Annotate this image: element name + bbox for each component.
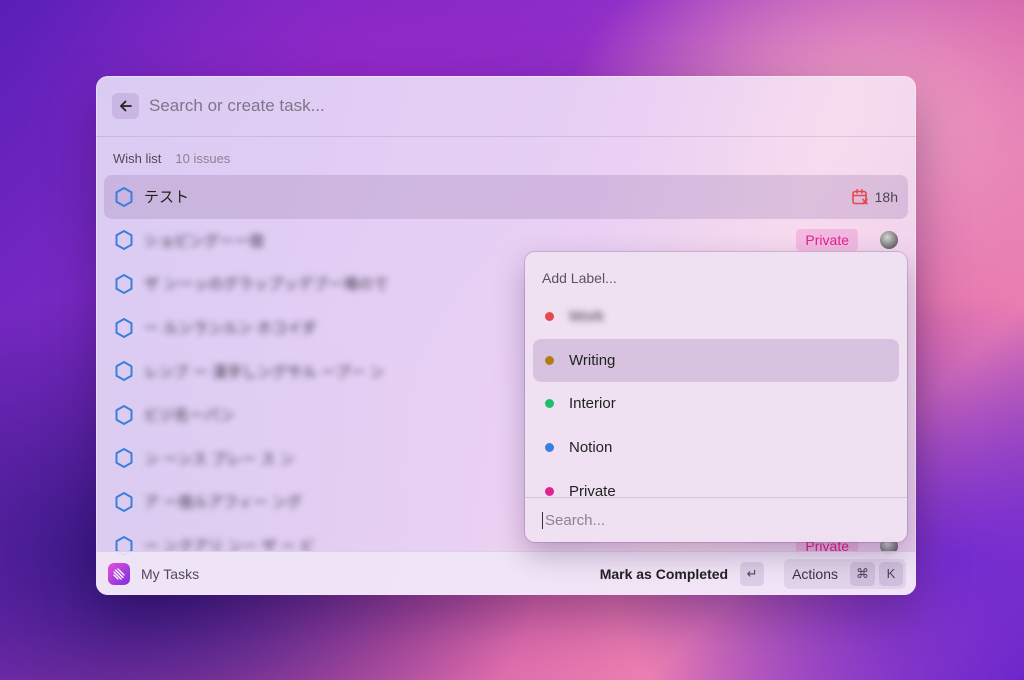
label-color-dot-icon [545,443,554,453]
label-color-dot-icon [545,355,554,365]
task-status-icon[interactable] [114,186,134,208]
task-title: ザ ンーッのグラップッデブー場ので [144,276,389,294]
back-button[interactable] [112,93,139,119]
task-meta: 18h [851,188,898,206]
task-status-icon[interactable] [114,360,134,382]
app-name: My Tasks [141,565,200,582]
section-title: Wish list [113,150,162,166]
label-option[interactable]: Notion [533,426,899,470]
app-logo [108,562,130,585]
arrow-left-icon [119,100,132,112]
label-color-dot-icon [545,486,554,496]
task-title: ア ー宿ルアフィー ング [144,494,303,512]
task-title: ン ーンス ブレー ス ン [144,450,295,468]
mark-completed-button[interactable]: Mark as Completed [600,566,728,582]
label-search-input[interactable] [542,511,907,529]
task-status-icon[interactable] [114,404,134,426]
task-title: レンブ ー 漢字しングサル ープー ン [144,363,385,381]
actions-label: Actions [792,565,838,582]
label-option[interactable]: Writing [533,338,899,383]
task-status-icon[interactable] [114,447,134,469]
label-color-dot-icon [545,399,554,409]
task-title: ショピングーー宿 [144,232,265,250]
search-input[interactable] [149,96,916,116]
task-status-icon[interactable] [114,273,134,295]
actions-button[interactable]: Actions ⌘ K [784,558,906,589]
label-option-text: Private [569,482,616,496]
label-option-text: Interior [569,395,616,413]
search-bar [96,76,916,137]
task-row[interactable]: テスト 18h [104,175,908,219]
linear-logo-icon [113,567,125,580]
due-time: 18h [874,188,898,205]
task-status-icon[interactable] [114,491,134,513]
private-label-badge[interactable]: Private [796,229,858,252]
label-option[interactable]: Private [533,469,899,496]
section-header: Wish list 10 issues [96,137,916,175]
add-label-popover: Add Label... Work Writing Interior Notion Pr… [525,252,907,542]
task-status-icon[interactable] [114,229,134,251]
label-option[interactable]: Work [533,295,899,339]
task-status-icon[interactable] [114,317,134,339]
k-key-hint: K [879,561,903,586]
label-option-text: Notion [569,439,613,457]
task-meta: Private [796,229,898,252]
task-title: ビジ名ーパン [144,407,235,425]
task-title: ー ルンランルン ホコイダ [144,320,317,338]
label-option-text: Work [569,308,604,326]
assignee-avatar[interactable] [880,231,898,250]
enter-key-hint: ↵ [740,561,765,586]
command-key-hint: ⌘ [850,561,875,586]
footer-bar: My Tasks Mark as Completed ↵ Actions ⌘ K [96,551,916,595]
task-title: テスト [144,189,190,207]
label-list: Work Writing Interior Notion Private [525,295,907,496]
label-option[interactable]: Interior [533,382,899,426]
section-count: 10 issues [175,150,231,166]
popover-title: Add Label... [542,270,617,286]
label-color-dot-icon [545,312,554,322]
label-search-bar [525,497,907,542]
calendar-overdue-icon [851,188,868,205]
label-option-text: Writing [569,351,616,369]
